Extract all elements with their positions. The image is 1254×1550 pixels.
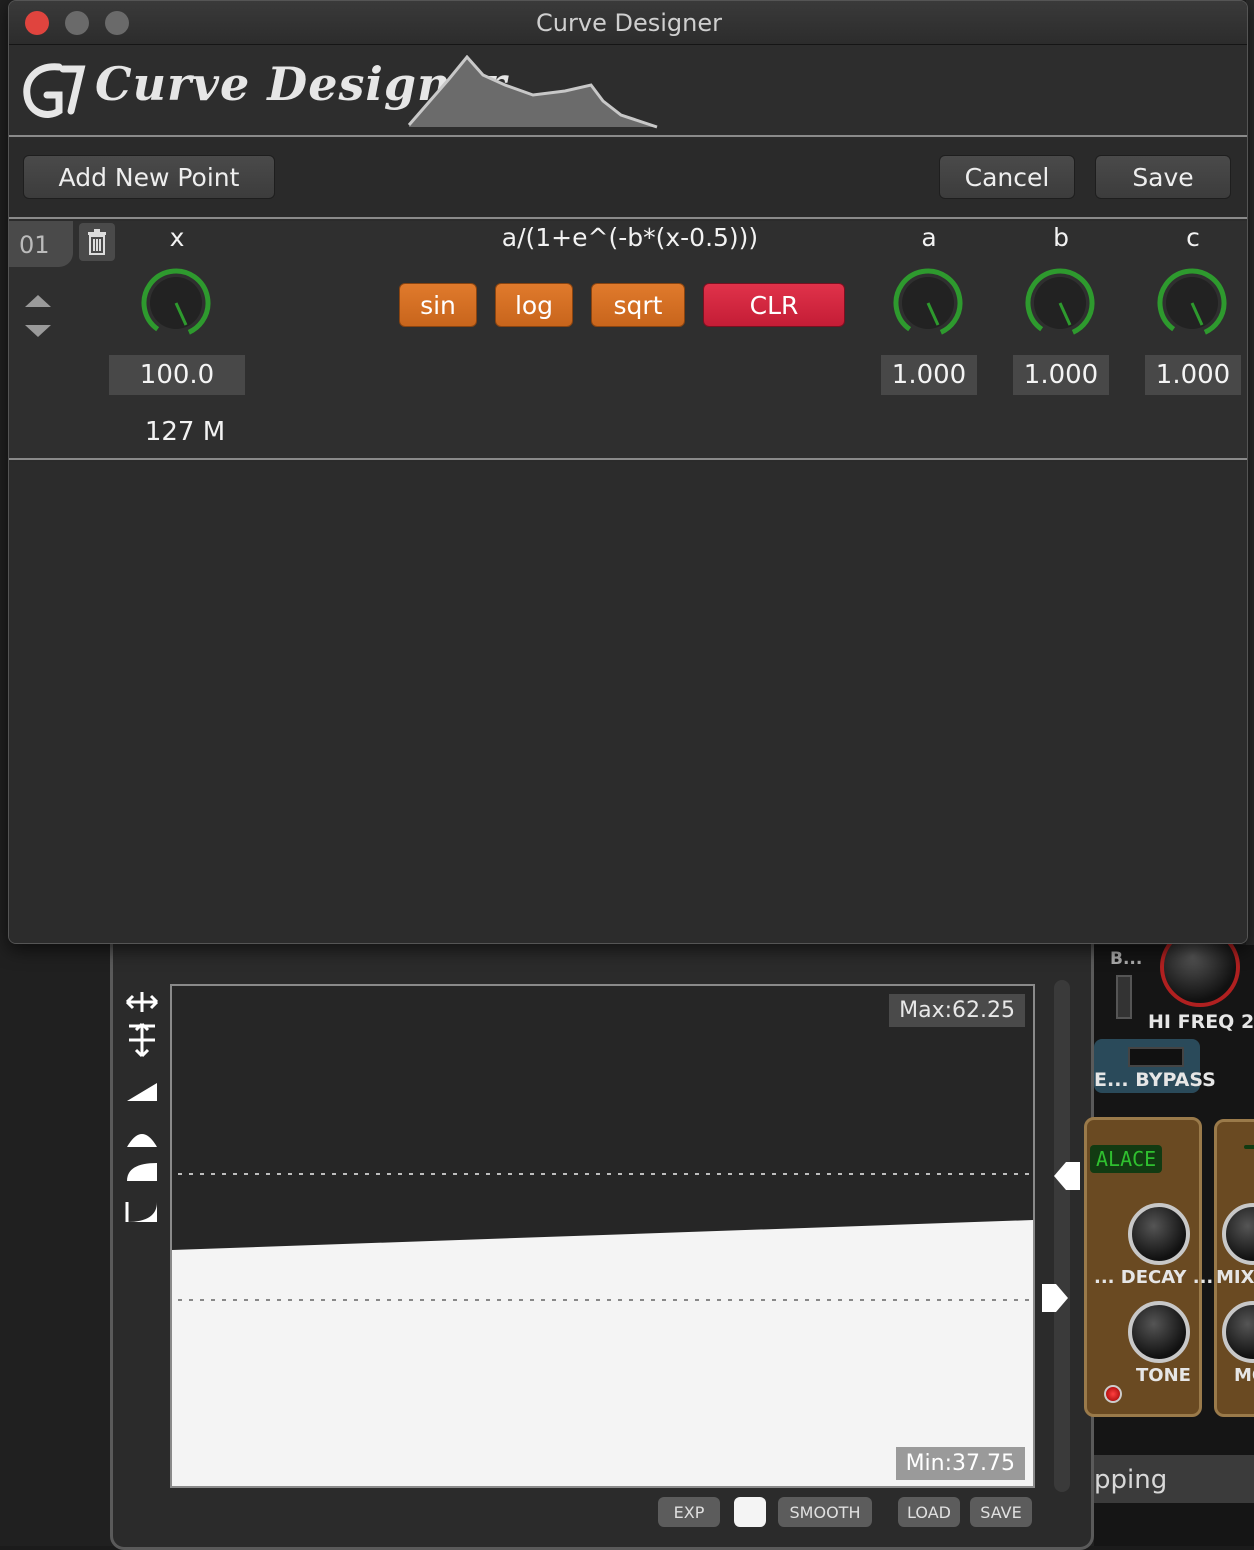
- bypass-label: E... BYPASS: [1094, 1069, 1216, 1091]
- load-button[interactable]: LOAD: [898, 1497, 960, 1527]
- b-label: b: [1053, 223, 1069, 252]
- mo-label: MO: [1234, 1365, 1254, 1386]
- dialog-header: Curve Designer: [9, 45, 1247, 137]
- x-label: x: [169, 223, 185, 252]
- formula-text[interactable]: a/(1+e^(-b*(x-0.5))): [397, 223, 863, 252]
- log-button[interactable]: log: [495, 283, 573, 327]
- title-bar: Curve Designer: [9, 1, 1247, 45]
- range-slider-track[interactable]: [1042, 980, 1080, 1492]
- add-new-point-button[interactable]: Add New Point: [23, 155, 275, 199]
- save-button[interactable]: Save: [1095, 155, 1231, 199]
- preset-display: ALACE: [1090, 1145, 1163, 1173]
- vertical-move-icon[interactable]: [122, 1022, 162, 1058]
- curve-point-row: 01 x 100.0 127 M a/(1+e^(-b*(x-0.5))) si…: [9, 221, 1247, 460]
- on-off-switch[interactable]: [1116, 975, 1132, 1019]
- hi-freq-label: HI FREQ 2...: [1148, 1011, 1254, 1033]
- plugin-b-label: B...: [1110, 949, 1143, 969]
- bypass-switch[interactable]: [1128, 1047, 1184, 1067]
- point-index: 01: [9, 221, 73, 267]
- min-label: Min:37.75: [895, 1447, 1025, 1480]
- tone-label: TONE: [1136, 1365, 1191, 1386]
- led-indicator: [1104, 1385, 1122, 1403]
- gp-logo-icon: [23, 63, 86, 118]
- mix-label: MIX: [1216, 1267, 1254, 1288]
- window-title: Curve Designer: [536, 9, 722, 37]
- move-up-icon[interactable]: [25, 295, 51, 307]
- clear-button[interactable]: CLR: [703, 283, 845, 327]
- c-value[interactable]: 1.000: [1145, 355, 1241, 395]
- decay-knob[interactable]: [1128, 1203, 1190, 1265]
- linear-curve-icon[interactable]: [122, 1075, 162, 1109]
- smooth-toggle[interactable]: [734, 1497, 766, 1527]
- sqrt-button[interactable]: sqrt: [591, 283, 685, 327]
- dialog-toolbar: Add New Point Cancel Save: [9, 139, 1247, 219]
- exp-curve-icon[interactable]: [122, 1195, 162, 1229]
- move-down-icon[interactable]: [25, 325, 51, 337]
- x-value[interactable]: 100.0: [109, 355, 245, 395]
- curve-tools: [122, 985, 162, 1225]
- a-knob[interactable]: [892, 267, 964, 339]
- x-midi-value: 127 M: [144, 417, 226, 447]
- max-handle[interactable]: [1052, 1160, 1082, 1192]
- curve-shape: [172, 1173, 1033, 1486]
- mountain-curve-icon: [407, 55, 658, 129]
- cancel-button[interactable]: Cancel: [939, 155, 1075, 199]
- tone-knob[interactable]: [1128, 1301, 1190, 1363]
- a-value[interactable]: 1.000: [881, 355, 977, 395]
- b-knob[interactable]: [1024, 267, 1096, 339]
- max-label: Max:62.25: [889, 994, 1025, 1027]
- dialog-empty-area: [9, 462, 1247, 943]
- min-handle[interactable]: [1040, 1282, 1070, 1314]
- b-value[interactable]: 1.000: [1013, 355, 1109, 395]
- curve-graph[interactable]: Max:62.25 Min:37.75: [170, 984, 1035, 1488]
- horizontal-move-icon[interactable]: [122, 985, 162, 1019]
- c-label: c: [1186, 223, 1200, 252]
- delete-point-button[interactable]: [79, 223, 115, 261]
- preset-display-right: [1244, 1145, 1254, 1149]
- c-knob[interactable]: [1156, 267, 1228, 339]
- curve-designer-dialog: Curve Designer Curve Designer Add New Po…: [8, 0, 1248, 944]
- smooth-button[interactable]: SMOOTH: [778, 1497, 872, 1527]
- arc-curve-icon[interactable]: [122, 1121, 162, 1155]
- a-label: a: [921, 223, 937, 252]
- log-curve-icon[interactable]: [122, 1155, 162, 1189]
- x-knob[interactable]: [140, 267, 212, 339]
- curve-save-button[interactable]: SAVE: [970, 1497, 1032, 1527]
- trash-icon: [88, 229, 106, 255]
- mapping-tab[interactable]: pping: [1094, 1455, 1254, 1503]
- sin-button[interactable]: sin: [399, 283, 477, 327]
- decay-label: ... DECAY ...: [1094, 1267, 1214, 1288]
- exp-button[interactable]: EXP: [658, 1497, 720, 1527]
